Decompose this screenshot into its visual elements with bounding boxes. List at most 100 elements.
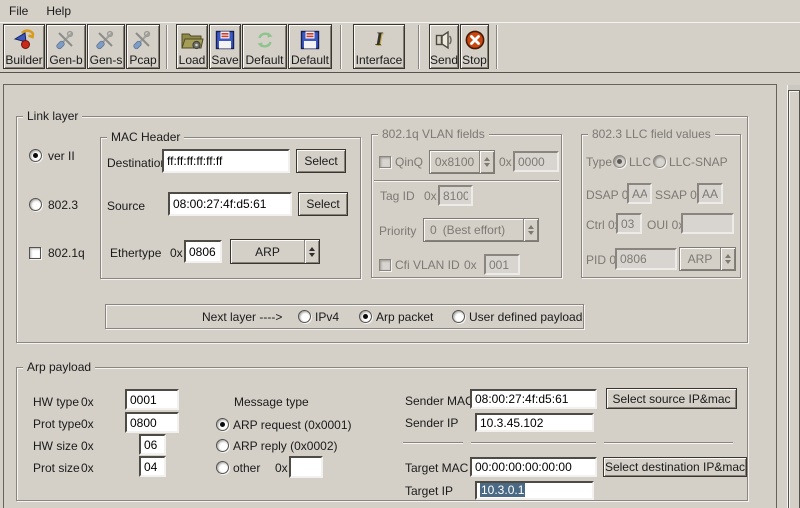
- cfi-label: Cfi: [395, 258, 410, 272]
- select-source-mac-button[interactable]: Select: [298, 192, 348, 216]
- other-opcode-input[interactable]: [289, 456, 323, 478]
- 8023-radio[interactable]: [29, 198, 42, 211]
- other-opcode-label: other: [233, 461, 260, 475]
- qinq-label: QinQ: [395, 155, 423, 169]
- gen-b-button[interactable]: Gen-b: [46, 24, 86, 69]
- sender-ip-input[interactable]: [475, 413, 594, 432]
- select-destination-mac-button[interactable]: Select: [296, 149, 346, 173]
- select-source-ip-mac-button[interactable]: Select source IP&mac: [606, 388, 737, 409]
- oui-input[interactable]: [681, 213, 734, 234]
- default-load-button[interactable]: Default: [242, 24, 287, 69]
- toolbar-separator: [166, 25, 168, 69]
- ctrl-input[interactable]: [616, 213, 642, 234]
- next-layer-arp-radio[interactable]: [359, 310, 372, 323]
- priority-label: Priority: [379, 224, 416, 238]
- llc-fields-title: 802.3 LLC field values: [588, 127, 715, 141]
- vlan-id-input[interactable]: [484, 254, 520, 275]
- target-ip-input[interactable]: 10.3.0.1: [475, 481, 594, 500]
- ethertype-protocol-dropdown[interactable]: ARP: [230, 239, 320, 264]
- load-button[interactable]: Load: [176, 24, 208, 69]
- default-save-button[interactable]: Default: [288, 24, 332, 69]
- destination-mac-input[interactable]: [162, 149, 290, 173]
- spinner-arrows-icon[interactable]: [720, 248, 735, 270]
- folder-open-icon: [180, 28, 204, 52]
- source-label: Source: [107, 199, 145, 213]
- vlan-id-label: VLAN ID: [413, 258, 460, 272]
- send-button[interactable]: Send: [429, 24, 459, 69]
- 8023-label: 802.3: [48, 198, 78, 212]
- prot-size-hex-prefix: 0x: [81, 461, 94, 475]
- spinner-arrows-icon[interactable]: [304, 240, 319, 263]
- llc-radio[interactable]: [613, 155, 626, 168]
- next-layer-user-label: User defined payload: [469, 310, 582, 324]
- ethertype-input[interactable]: [184, 240, 222, 263]
- builder-button[interactable]: Builder: [3, 24, 45, 69]
- pcap-button-label: Pcap: [129, 52, 156, 68]
- qinq-tpid-value: 0x8100: [430, 151, 479, 173]
- qinq-value-input[interactable]: [513, 151, 559, 172]
- 8021q-checkbox[interactable]: [29, 247, 41, 259]
- other-hex-prefix: 0x: [275, 461, 288, 475]
- spinner-arrows-icon[interactable]: [479, 151, 494, 173]
- arp-divider: [604, 442, 733, 444]
- mac-header-group: MAC Header Destination Select Source Sel…: [100, 137, 361, 279]
- interface-icon: I: [375, 28, 382, 52]
- arp-reply-radio[interactable]: [216, 439, 229, 452]
- other-opcode-radio[interactable]: [216, 461, 229, 474]
- qinq-checkbox[interactable]: [379, 156, 391, 168]
- toolbar: Builder Gen-b Ge: [0, 22, 800, 73]
- target-mac-label: Target MAC: [405, 461, 468, 475]
- interface-button[interactable]: I Interface: [353, 24, 405, 69]
- stop-button-label: Stop: [462, 52, 487, 68]
- next-layer-ipv4-radio[interactable]: [298, 310, 311, 323]
- next-layer-user-radio[interactable]: [452, 310, 465, 323]
- ssap-input[interactable]: [697, 183, 723, 204]
- qinq-tpid-dropdown[interactable]: 0x8100: [429, 150, 495, 174]
- spinner-arrows-icon[interactable]: [523, 219, 538, 241]
- prot-type-input[interactable]: [125, 412, 179, 433]
- ver2-radio[interactable]: [29, 149, 42, 162]
- sender-ip-label: Sender IP: [405, 416, 458, 430]
- stop-button[interactable]: Stop: [460, 24, 489, 69]
- toolbar-separator: [418, 25, 420, 69]
- save-button[interactable]: Save: [209, 24, 241, 69]
- menu-help[interactable]: Help: [37, 2, 80, 20]
- source-mac-input[interactable]: [168, 192, 292, 216]
- arp-divider: [403, 442, 463, 444]
- arp-request-radio[interactable]: [216, 418, 229, 431]
- select-destination-ip-mac-button[interactable]: Select destination IP&mac: [603, 457, 747, 477]
- tag-id-input[interactable]: [438, 185, 473, 206]
- ethertype-hex-prefix: 0x: [170, 246, 183, 260]
- pid-protocol-dropdown[interactable]: ARP: [679, 247, 736, 271]
- pid-protocol-value: ARP: [680, 248, 720, 270]
- tools-icon: [132, 28, 154, 52]
- hw-type-input[interactable]: [125, 389, 179, 410]
- vertical-scrollbar[interactable]: [787, 85, 800, 508]
- vlan-divider: [374, 180, 559, 182]
- packeth-window: File Help Builder: [0, 0, 800, 508]
- pid-input[interactable]: [615, 248, 677, 270]
- sender-mac-label: Sender MAC: [405, 394, 474, 408]
- target-mac-input[interactable]: [470, 457, 597, 477]
- menu-file[interactable]: File: [0, 2, 37, 20]
- hw-size-input[interactable]: [139, 434, 166, 455]
- interface-button-label: Interface: [356, 52, 403, 68]
- cfi-checkbox[interactable]: [379, 259, 391, 271]
- target-ip-selected-text: 10.3.0.1: [480, 483, 525, 497]
- gen-s-button-label: Gen-s: [90, 52, 123, 68]
- default-load-button-label: Default: [245, 52, 283, 68]
- prot-size-input[interactable]: [139, 456, 166, 477]
- tools-icon: [55, 28, 77, 52]
- ver2-label: ver II: [48, 149, 75, 163]
- scrollbar-thumb[interactable]: [788, 90, 800, 508]
- gen-s-button[interactable]: Gen-s: [87, 24, 125, 69]
- target-ip-label: Target IP: [405, 484, 453, 498]
- pcap-button[interactable]: Pcap: [126, 24, 160, 69]
- floppy-icon: [214, 28, 236, 52]
- prot-type-label: Prot type: [33, 417, 81, 431]
- llc-snap-radio[interactable]: [653, 155, 666, 168]
- llc-label: LLC: [629, 155, 651, 169]
- priority-dropdown[interactable]: 0 (Best effort): [423, 218, 539, 242]
- dsap-input[interactable]: [627, 183, 652, 204]
- sender-mac-input[interactable]: [470, 389, 597, 409]
